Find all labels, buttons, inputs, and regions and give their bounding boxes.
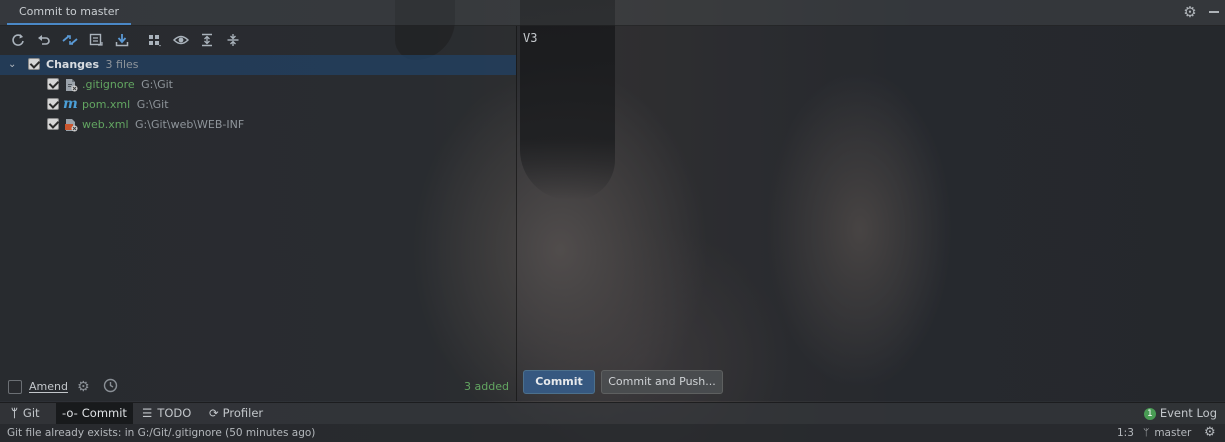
tab-todo[interactable]: ☰ TODO [136, 403, 197, 424]
tool-window-header: Commit to master ⚙ [0, 0, 1225, 26]
update-icon[interactable] [113, 31, 131, 49]
file-checkbox[interactable] [47, 78, 59, 90]
file-name: pom.xml [82, 98, 131, 111]
tab-todo-label: TODO [157, 406, 192, 420]
file-row[interactable]: .gitignore G:\Git [0, 75, 516, 95]
file-name: .gitignore [82, 78, 135, 91]
added-summary: 3 added [464, 380, 509, 393]
tab-commit-to-master[interactable]: Commit to master [7, 0, 132, 25]
file-path: G:\Git\web\WEB-INF [135, 118, 245, 131]
commit-message-area[interactable]: V3 Commit Commit and Push... [517, 26, 1225, 401]
caret-position[interactable]: 1:3 [1117, 424, 1134, 442]
shelve-icon[interactable] [87, 31, 105, 49]
status-message[interactable]: Git file already exists: in G:/Git/.giti… [7, 424, 315, 442]
commit-icon: -o- [62, 406, 78, 420]
eye-icon[interactable] [172, 31, 190, 49]
tool-window-bar: ᛘ Git -o- Commit ☰ TODO ⟳ Profiler 1 Event Lo… [0, 402, 1225, 424]
profiler-icon: ⟳ [209, 406, 219, 420]
tab-commit[interactable]: -o- Commit [56, 403, 133, 424]
tab-git[interactable]: ᛘ Git [5, 403, 46, 424]
list-icon: ☰ [142, 406, 153, 420]
diff-icon[interactable] [61, 31, 79, 49]
group-by-icon[interactable] [146, 31, 164, 49]
gear-icon[interactable]: ⚙ [1182, 4, 1198, 20]
tab-git-label: Git [22, 406, 40, 420]
tab-profiler[interactable]: ⟳ Profiler [203, 403, 269, 424]
file-path: G:\Git [141, 78, 173, 91]
tab-commit-label: Commit [81, 406, 127, 420]
changes-label: Changes [46, 58, 100, 71]
file-checkbox[interactable] [47, 98, 59, 110]
commit-and-push-button[interactable]: Commit and Push... [601, 370, 723, 394]
tab-profiler-label: Profiler [222, 406, 264, 420]
branch-icon: ᛘ [11, 406, 18, 420]
tab-event-log-label: Event Log [1159, 406, 1217, 420]
xml-file-icon [64, 118, 78, 132]
file-checkbox[interactable] [47, 118, 59, 130]
changes-checkbox[interactable] [28, 58, 40, 70]
minimize-icon[interactable] [1209, 11, 1219, 13]
changes-panel: ⌄ Changes 3 files .gitignore G:\Git m po… [0, 26, 517, 401]
gear-icon[interactable]: ⚙ [77, 379, 90, 395]
branch-name: master [1154, 427, 1192, 439]
chevron-down-icon[interactable]: ⌄ [8, 55, 16, 75]
file-name: web.xml [82, 118, 129, 131]
rollback-icon[interactable] [35, 31, 53, 49]
git-branch-widget[interactable]: ᛘ master [1143, 424, 1191, 442]
commit-options-bar: Amend ⚙ 3 added [0, 375, 516, 401]
amend-checkbox[interactable] [8, 380, 22, 394]
file-row[interactable]: web.xml G:\Git\web\WEB-INF [0, 115, 516, 135]
event-count-badge: 1 [1143, 408, 1156, 420]
clock-icon[interactable] [103, 378, 118, 396]
commit-message-text[interactable]: V3 [523, 31, 537, 45]
changes-group-row[interactable]: ⌄ Changes 3 files [0, 55, 516, 75]
changes-count: 3 files [105, 58, 139, 71]
changes-toolbar [0, 26, 516, 54]
tab-event-log[interactable]: 1 Event Log [1138, 403, 1223, 424]
collapse-all-icon[interactable] [224, 31, 242, 49]
file-path: G:\Git [136, 98, 169, 111]
branch-icon: ᛘ [1143, 427, 1150, 439]
gitignore-file-icon [64, 78, 78, 92]
notifications-icon[interactable]: ⚙ [1204, 424, 1216, 442]
file-row[interactable]: m pom.xml G:\Git [0, 95, 516, 115]
refresh-icon[interactable] [9, 31, 27, 49]
expand-all-icon[interactable] [198, 31, 216, 49]
amend-label[interactable]: Amend [29, 380, 68, 393]
commit-button[interactable]: Commit [523, 370, 595, 394]
status-bar: Git file already exists: in G:/Git/.giti… [0, 424, 1225, 442]
maven-file-icon: m [63, 96, 78, 112]
